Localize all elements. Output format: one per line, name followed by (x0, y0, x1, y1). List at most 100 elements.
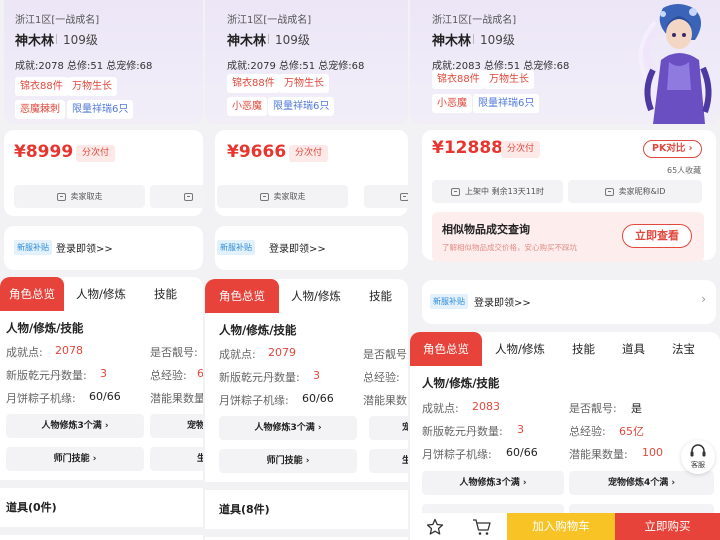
tag-lucky: 限量祥瑞6只 (473, 94, 540, 113)
person-practice-button[interactable]: 人物修炼3个满 › (422, 471, 564, 495)
seller-info-button[interactable] (150, 185, 203, 208)
view-now-button[interactable]: 立即查看 (622, 224, 692, 248)
installment-badge[interactable]: 分次付 (289, 145, 329, 162)
tab-person[interactable]: 人物/修炼 (291, 279, 341, 313)
box-icon (56, 192, 66, 201)
server-label: 浙江1区[一战成名] (15, 15, 100, 26)
favorites-count: 65人收藏 (667, 166, 702, 175)
tab-bar: 角色总览 人物/修炼 技能 (205, 279, 408, 313)
person-practice-button[interactable]: 人物修炼3个满 › (219, 416, 357, 440)
zongzi-value: 60/66 (302, 392, 334, 405)
installment-badge[interactable]: 分次付 (501, 141, 541, 158)
tag-growth: 万物生长 (67, 77, 117, 96)
zongzi-value: 60/66 (506, 446, 538, 459)
promo-text: 登录即领>> (474, 298, 531, 309)
buy-now-button[interactable]: 立即购买 (615, 513, 720, 540)
achievement-label: 成就点: (219, 348, 256, 361)
section-divider (0, 480, 203, 488)
tab-skills[interactable]: 技能 (369, 279, 392, 313)
listing-panel-3[interactable]: 浙江1区[一战成名] 神木林 109级 成就:2083 总修:51 总宠修:68… (410, 0, 720, 540)
tab-skills[interactable]: 技能 (154, 277, 177, 311)
customer-service-button[interactable]: 客服 (681, 440, 715, 474)
potential-label: 潜能果数量: (569, 448, 628, 461)
pet-practice-button[interactable]: 宠物修炼4个满 › (569, 471, 714, 495)
character-name: 神木林 (432, 34, 472, 49)
calendar-icon (451, 187, 461, 196)
shop-icon (604, 187, 614, 196)
character-level: 109级 (268, 33, 310, 47)
section-title: 人物/修炼/技能 (6, 321, 84, 335)
tab-person[interactable]: 人物/修炼 (495, 332, 545, 366)
character-stats: 成就:2079 总修:51 总宠修:68 (227, 61, 365, 72)
shop-icon (400, 192, 408, 201)
promo-badge: 新服补贴 (430, 294, 468, 309)
master-skill-button[interactable]: 师门技能 › (6, 447, 144, 471)
similar-items-banner[interactable]: 相似物品成交查询 了解相似物品成交价格，安心购买不踩坑 立即查看 (432, 212, 704, 262)
tag-lucky: 限量祥瑞6只 (268, 97, 335, 116)
service-label: 客服 (691, 461, 705, 469)
achievement-value: 2078 (55, 344, 83, 357)
tab-overview[interactable]: 角色总览 (0, 277, 64, 311)
tag-growth: 万物生长 (279, 74, 329, 93)
promo-text: 登录即领>> (56, 244, 113, 255)
tag-demon: 小恶魔 (227, 97, 267, 116)
character-header: 浙江1区[一战成名] 神木林 109级 成就:2079 总修:51 总宠修:68… (205, 0, 408, 124)
section-title: 人物/修炼/技能 (219, 323, 297, 337)
items-heading[interactable]: 道具(0件) (6, 499, 57, 515)
price: ¥8999 (14, 142, 74, 162)
zongzi-value: 60/66 (89, 390, 121, 403)
tag-demon: 小恶魔 (432, 94, 472, 113)
promo-banner[interactable]: 新服补贴 登录即领>> (215, 226, 408, 270)
tab-overview[interactable]: 角色总览 (410, 332, 482, 366)
promo-banner[interactable]: 新服补贴 登录即领>> (4, 226, 203, 270)
cart-icon[interactable] (472, 518, 492, 536)
total-exp-label: 总经验: (150, 369, 187, 382)
master-skill-button[interactable] (422, 504, 564, 513)
qianyuan-value: 3 (517, 423, 524, 436)
pretty-label: 是否靓号: (150, 346, 198, 359)
items-heading[interactable]: 道具(8件) (219, 501, 270, 517)
achievement-label: 成就点: (422, 402, 459, 415)
life-skill-button[interactable]: 生 (369, 449, 408, 473)
total-exp-value: 65亿 (619, 425, 644, 438)
person-practice-button[interactable]: 人物修炼3个满 › (6, 414, 144, 438)
promo-banner[interactable]: 新服补贴 登录即领>> › (422, 280, 716, 324)
pk-compare-button[interactable]: PK对比 › (643, 140, 702, 158)
seller-fetch-button[interactable]: 卖家取走 (217, 185, 348, 208)
price: ¥9666 (227, 142, 287, 162)
detail-content: 角色总览 人物/修炼 技能 人物/修炼/技能 成就点: 2078 是否靓号: 新… (0, 277, 203, 540)
star-icon[interactable] (426, 518, 444, 536)
price-card: ¥9666 分次付 卖家取走 (215, 130, 408, 216)
listing-panel-2[interactable]: 浙江1区[一战成名] 神木林 109级 成就:2079 总修:51 总宠修:68… (205, 0, 408, 540)
total-exp-value: 6 (197, 367, 203, 380)
tab-skills[interactable]: 技能 (572, 332, 595, 366)
life-skill-button[interactable]: 生 (150, 447, 203, 471)
seller-fetch-button[interactable]: 卖家取走 (14, 185, 145, 208)
on-shelf-status: 上架中 剩余13天11时 (432, 180, 563, 203)
seller-info-button[interactable] (364, 185, 408, 208)
total-exp-label: 总经验: (363, 371, 400, 384)
character-header: 浙江1区[一战成名] 神木林 109级 成就:2083 总修:51 总宠修:68… (410, 0, 720, 124)
life-skill-button[interactable] (569, 504, 714, 513)
seller-info-label: 卖家昵称&ID (618, 187, 666, 196)
tab-items[interactable]: 道具 (622, 332, 645, 366)
add-to-cart-button[interactable]: 加入购物车 (507, 513, 615, 540)
installment-badge[interactable]: 分次付 (76, 145, 116, 162)
tab-person[interactable]: 人物/修炼 (76, 277, 126, 311)
total-exp-label: 总经验: (569, 425, 606, 438)
qianyuan-label: 新版乾元丹数量: (6, 369, 87, 382)
listing-panel-1[interactable]: 浙江1区[一战成名] 神木林 109级 成就:2078 总修:51 总宠修:68… (0, 0, 203, 540)
seller-info-button[interactable]: 卖家昵称&ID (568, 180, 702, 203)
pet-practice-button[interactable]: 宠物 (150, 414, 203, 438)
section-title: 人物/修炼/技能 (422, 376, 500, 390)
master-skill-button[interactable]: 师门技能 › (219, 449, 357, 473)
similar-title: 相似物品成交查询 (442, 223, 530, 236)
tag-demon: 恶魔棘刺 (15, 100, 65, 119)
pet-practice-button[interactable]: 宠 (369, 416, 408, 440)
tab-overview[interactable]: 角色总览 (205, 279, 279, 313)
achievement-value: 2083 (472, 400, 500, 413)
character-header: 浙江1区[一战成名] 神木林 109级 成就:2078 总修:51 总宠修:68… (4, 0, 203, 124)
pretty-value: 是 (631, 402, 642, 415)
tab-treasure[interactable]: 法宝 (672, 332, 695, 366)
similar-desc: 了解相似物品成交价格，安心购买不踩坑 (442, 243, 577, 252)
